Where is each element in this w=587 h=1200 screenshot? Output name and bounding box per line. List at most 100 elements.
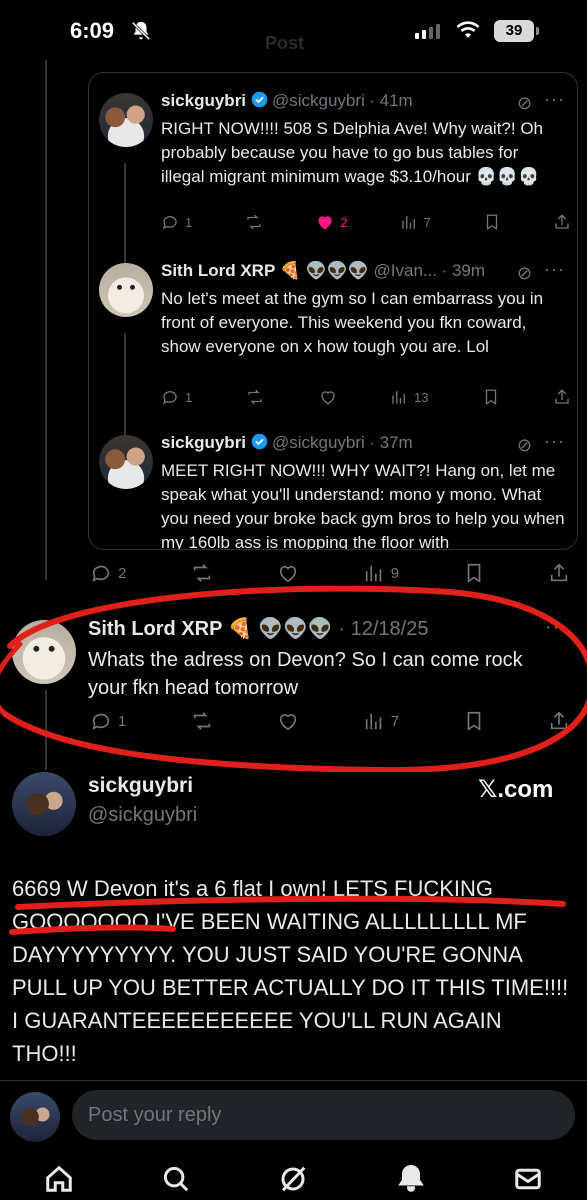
views-count: 7: [423, 214, 431, 230]
display-name[interactable]: Sith Lord XRP 🍕 👽👽👽: [161, 261, 369, 280]
tweet-actions: 1 13: [161, 388, 571, 406]
share-button[interactable]: [553, 213, 571, 231]
display-name[interactable]: sickguybri: [161, 91, 246, 110]
views-button[interactable]: 9: [363, 562, 399, 584]
red-underline-annotation: [9, 895, 566, 935]
share-button[interactable]: [548, 562, 570, 584]
grok-icon[interactable]: ⊘: [517, 93, 532, 114]
reply-count: 1: [118, 712, 127, 730]
avatar[interactable]: [12, 772, 76, 836]
display-name[interactable]: sickguybri: [88, 774, 193, 798]
avatar[interactable]: [99, 263, 153, 317]
search-icon[interactable]: [161, 1164, 191, 1194]
tweet-text: No let's meet at the gym so I can embarr…: [161, 289, 544, 356]
reply-icon: [162, 391, 177, 405]
share-icon: [555, 214, 569, 229]
timestamp: · 37m: [369, 433, 413, 452]
x-watermark: 𝕏.com: [478, 776, 554, 803]
timestamp: · 39m: [441, 261, 486, 280]
views-count: 13: [413, 389, 429, 405]
handle: @sickguybri: [88, 804, 198, 826]
tweet-actions: 1 7: [90, 710, 570, 732]
views-button[interactable]: 7: [400, 213, 431, 231]
bookmark-button[interactable]: [463, 710, 485, 732]
messages-icon[interactable]: [513, 1164, 543, 1194]
thread-line-reply: [45, 690, 47, 770]
reply-icon: [92, 565, 110, 582]
share-icon: [550, 563, 568, 582]
thread-line-inner: [124, 333, 126, 443]
grok-icon[interactable]: ⊘: [517, 435, 532, 456]
bookmark-button[interactable]: [482, 388, 500, 406]
tweet-text: Whats the adress on Devon? So I can come…: [88, 649, 523, 699]
reply-icon: [92, 713, 110, 730]
handle: @Ivan...: [373, 261, 438, 280]
avatar[interactable]: [99, 435, 153, 489]
tweet-actions: 2 9: [90, 562, 570, 584]
views-button[interactable]: 7: [363, 710, 399, 732]
repost-button[interactable]: [244, 213, 264, 231]
like-button[interactable]: 2: [316, 213, 348, 231]
views-button[interactable]: 13: [390, 388, 428, 406]
views-count: 9: [390, 564, 400, 582]
reply-count: 1: [185, 214, 193, 230]
repost-button[interactable]: [245, 388, 265, 406]
bookmark-icon: [467, 711, 480, 731]
reply-button[interactable]: 1: [161, 388, 192, 406]
avatar[interactable]: [12, 620, 76, 684]
repost-button[interactable]: [190, 562, 214, 584]
more-icon[interactable]: ···: [544, 89, 565, 110]
bookmark-button[interactable]: [483, 213, 501, 231]
share-icon: [555, 389, 569, 404]
thread-line-outer: [45, 60, 47, 580]
like-button[interactable]: [277, 562, 299, 584]
tweet-header: Sith Lord XRP 🍕 👽👽👽 @Ivan... · 39m: [161, 261, 521, 281]
verified-icon: [251, 433, 267, 450]
avatar[interactable]: [10, 1092, 60, 1142]
tweet-actions: 1 2 7: [161, 213, 571, 231]
home-icon[interactable]: [44, 1164, 74, 1194]
timestamp: · 12/18/25: [338, 618, 429, 640]
reply-icon: [162, 216, 177, 230]
bell-off-icon: [131, 21, 151, 41]
views-icon: [401, 216, 415, 229]
display-name[interactable]: sickguybri: [161, 433, 246, 452]
handle: @sickguybri: [271, 91, 365, 110]
tweet-text: RIGHT NOW!!!! 508 S Delphia Ave! Why wai…: [161, 119, 544, 186]
more-icon[interactable]: ···: [545, 616, 568, 639]
grok-icon[interactable]: ⊘: [517, 263, 532, 284]
more-icon[interactable]: ···: [544, 259, 565, 280]
bookmark-button[interactable]: [463, 562, 485, 584]
views-icon: [392, 391, 405, 404]
display-name[interactable]: Sith Lord XRP 🍕 👽👽👽: [88, 618, 333, 640]
views-icon: [365, 713, 381, 730]
avatar[interactable]: [99, 93, 153, 147]
reply-button[interactable]: 1: [90, 710, 126, 732]
heart-icon: [321, 391, 335, 405]
share-button[interactable]: [553, 388, 571, 406]
repost-icon: [193, 712, 210, 730]
like-button[interactable]: [319, 388, 337, 406]
reply-button[interactable]: 2: [90, 562, 126, 584]
more-icon[interactable]: ···: [544, 431, 565, 452]
notifications-icon[interactable]: [396, 1164, 426, 1194]
status-time: 6:09: [70, 18, 115, 43]
signal-icon: [415, 24, 440, 39]
repost-icon: [248, 389, 263, 405]
reply-button[interactable]: 1: [161, 213, 192, 231]
views-icon: [365, 565, 381, 582]
heart-icon: [280, 566, 297, 583]
reply-input[interactable]: Post your reply: [72, 1090, 575, 1140]
tweet-header: Sith Lord XRP 🍕 👽👽👽 · 12/18/25: [88, 616, 428, 641]
grok-icon[interactable]: [278, 1164, 308, 1194]
ghost-header-title: Post: [265, 33, 305, 53]
share-button[interactable]: [548, 710, 570, 732]
repost-button[interactable]: [190, 710, 214, 732]
bookmark-icon: [485, 389, 496, 406]
bottom-nav: [0, 1158, 587, 1200]
tweet-header: sickguybri @sickguybri · 41m: [161, 91, 571, 111]
quoted-thread-card[interactable]: sickguybri @sickguybri · 41m ⊘ ··· RIGHT…: [88, 72, 578, 550]
tweet-text: MEET RIGHT NOW!!! WHY WAIT?! Hang on, le…: [161, 461, 565, 550]
handle: @sickguybri: [271, 433, 365, 452]
like-button[interactable]: [277, 710, 299, 732]
